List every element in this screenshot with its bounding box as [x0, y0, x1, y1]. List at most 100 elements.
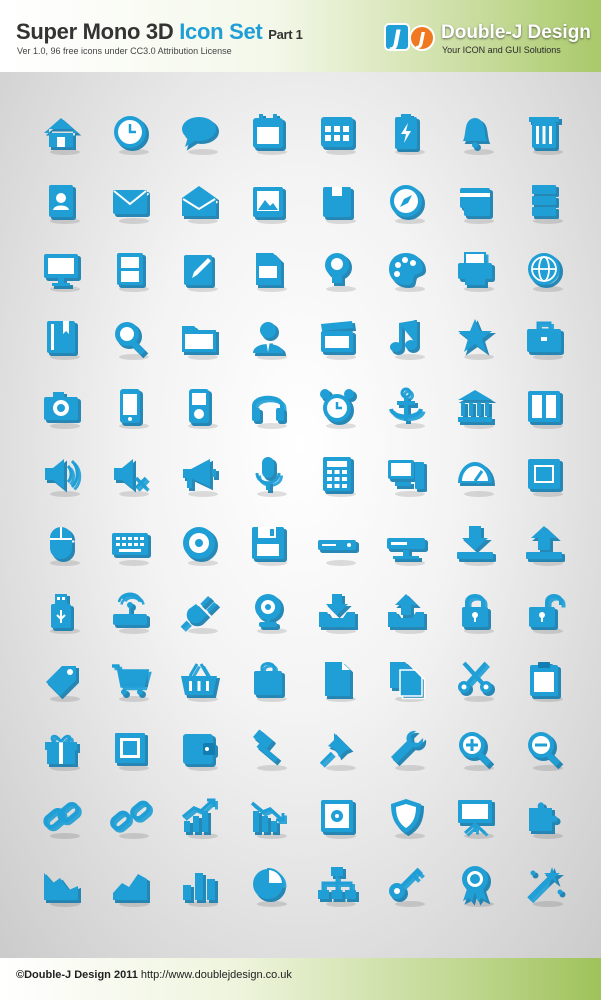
icon-cell [440, 508, 509, 576]
icon-cell [26, 508, 95, 576]
icon-cell [440, 440, 509, 508]
icon-cell [233, 645, 302, 713]
icon-cell [440, 235, 509, 303]
icon-cell [371, 577, 440, 645]
wallet-icon [182, 733, 218, 771]
title-main: Super Mono 3D [16, 19, 174, 44]
user-icon [252, 322, 287, 361]
usb-icon [49, 593, 80, 634]
icon-cell [95, 577, 164, 645]
clapperboard-icon [320, 321, 356, 361]
icon-cell [509, 166, 578, 234]
keyboard-icon [111, 532, 151, 566]
hammer-icon [252, 729, 287, 771]
magic-wand-icon [526, 867, 565, 908]
basket-icon [180, 663, 220, 703]
lightbulb-icon [324, 252, 356, 292]
icon-cell [233, 508, 302, 576]
lock-icon [461, 593, 494, 634]
website-url[interactable]: http://www.doublejdesign.co.uk [141, 969, 292, 981]
wrench-icon [390, 730, 426, 771]
icon-cell [95, 440, 164, 508]
open-book-icon [527, 390, 563, 429]
icon-cell [509, 645, 578, 713]
headphones-icon [251, 395, 287, 429]
icon-cell [302, 577, 371, 645]
icon-cell [371, 850, 440, 918]
home-icon [43, 118, 81, 156]
icon-cell [26, 235, 95, 303]
icon-cell [302, 508, 371, 576]
icon-cell [164, 850, 233, 918]
folder-icon [181, 326, 219, 361]
icon-cell [233, 98, 302, 166]
award-icon [461, 866, 494, 908]
speech-bubble-icon [181, 117, 219, 156]
icon-cell [302, 98, 371, 166]
icon-cell [371, 235, 440, 303]
icon-cell [95, 166, 164, 234]
icon-cell [440, 714, 509, 782]
puzzle-icon [528, 802, 563, 840]
zoom-out-icon [527, 731, 563, 771]
anchor-icon [388, 387, 425, 429]
icon-cell [440, 166, 509, 234]
cd-icon [182, 526, 218, 566]
area-down-icon [43, 873, 81, 908]
icon-cell [233, 714, 302, 782]
icon-cell [509, 714, 578, 782]
battery-icon [394, 114, 425, 156]
icon-cell [26, 714, 95, 782]
icon-cell [26, 850, 95, 918]
icon-cell [371, 714, 440, 782]
trash-icon [528, 117, 563, 156]
icon-cell [509, 577, 578, 645]
mouse-icon [49, 526, 80, 566]
book-icon [46, 321, 80, 361]
inbox-download-icon [318, 593, 358, 634]
copyright-text: ©Double-J Design 2011 [16, 969, 138, 981]
title-part: Part 1 [268, 27, 303, 42]
icon-cell [95, 645, 164, 713]
title-accent: Icon Set [179, 19, 263, 44]
icon-cell [509, 235, 578, 303]
scissors-icon [457, 661, 495, 703]
clock-icon [113, 116, 149, 156]
icon-cell [371, 508, 440, 576]
unlock-icon [528, 593, 565, 634]
printer-icon [457, 251, 495, 292]
star-icon [457, 319, 496, 361]
download-icon [456, 525, 496, 566]
double-j-logo-icon: J J [384, 23, 435, 52]
decline-chart-icon [250, 801, 287, 840]
icon-cell [95, 508, 164, 576]
webcam-icon [254, 593, 287, 634]
gift-icon [44, 734, 80, 771]
icon-showcase [0, 72, 601, 958]
icon-cell [440, 850, 509, 918]
safe-icon [320, 800, 356, 840]
icon-cell [509, 508, 578, 576]
icon-cell [302, 440, 371, 508]
icon-cell [371, 782, 440, 850]
icon-cell [233, 235, 302, 303]
upload-icon [525, 525, 565, 566]
icon-cell [95, 303, 164, 371]
icon-cell [302, 850, 371, 918]
plug-icon [180, 595, 220, 634]
tag-icon [45, 666, 80, 703]
icon-cell [302, 166, 371, 234]
icon-cell [164, 645, 233, 713]
shopping-bag-icon [253, 662, 287, 703]
icon-cell [302, 645, 371, 713]
icon-cell [233, 372, 302, 440]
area-up-icon [112, 874, 150, 908]
brand-tagline: Your ICON and GUI Solutions [442, 45, 561, 55]
stamp-icon [114, 732, 149, 771]
icon-cell [164, 577, 233, 645]
alarm-clock-icon [319, 388, 357, 429]
calculator-icon [322, 457, 356, 498]
address-book-icon [48, 184, 80, 224]
wireless-router-icon [112, 592, 150, 634]
gauge-icon [457, 462, 495, 498]
